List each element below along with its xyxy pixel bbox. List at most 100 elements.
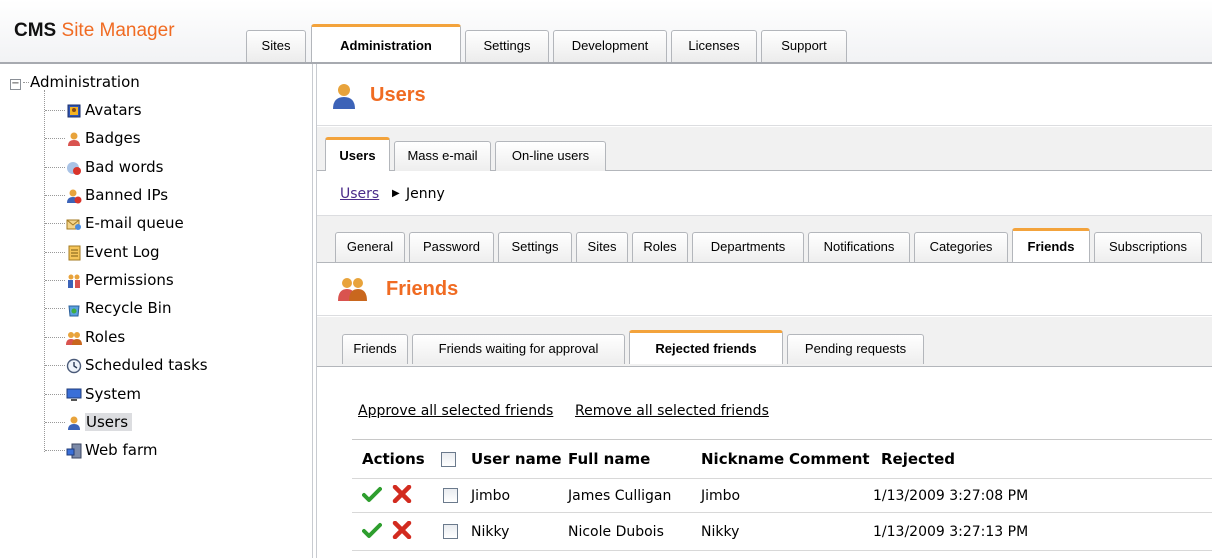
sidebar-item-label: Roles: [85, 328, 126, 346]
sidebar-item-label: Web farm: [85, 441, 158, 459]
sidebar-item-label: Event Log: [85, 243, 160, 261]
top-tab-development[interactable]: Development: [553, 30, 667, 62]
row-select-checkbox[interactable]: [443, 524, 458, 539]
tree-root-administration[interactable]: − Administration: [10, 72, 140, 92]
users-page-header: [317, 64, 1212, 126]
approve-check-icon[interactable]: [362, 486, 382, 504]
tab-friends[interactable]: Friends: [1012, 228, 1090, 262]
sidebar-item-email-queue[interactable]: E-mail queue: [45, 212, 184, 234]
sidebar-item-users[interactable]: Users: [45, 411, 133, 433]
tab-online-users[interactable]: On-line users: [495, 141, 606, 171]
server-icon: [65, 443, 83, 461]
column-header-comment[interactable]: Comment: [789, 450, 870, 468]
sidebar-item-bad-words[interactable]: Bad words: [45, 156, 163, 178]
event-log-icon: [65, 245, 83, 263]
sidebar-item-badges[interactable]: Badges: [45, 127, 141, 149]
remove-all-selected-link[interactable]: Remove all selected friends: [575, 403, 769, 419]
banned-ip-icon: [65, 188, 83, 206]
tab-roles[interactable]: Roles: [632, 232, 688, 262]
cell-full-name: Nicole Dubois: [568, 524, 664, 540]
collapse-icon[interactable]: −: [10, 79, 21, 90]
sidebar-item-label: Recycle Bin: [85, 299, 172, 317]
select-all-checkbox[interactable]: [441, 452, 456, 467]
computer-icon: [65, 387, 83, 405]
row-select-checkbox[interactable]: [443, 488, 458, 503]
tab-friends-waiting-for-approval[interactable]: Friends waiting for approval: [412, 334, 625, 364]
cell-user-name: Jimbo: [471, 488, 511, 504]
top-tab-sites[interactable]: Sites: [246, 30, 306, 62]
tab-rejected-friends[interactable]: Rejected friends: [629, 330, 783, 364]
page-title: Users: [370, 84, 426, 106]
friends-title: Friends: [386, 278, 459, 300]
tab-subscriptions[interactable]: Subscriptions: [1094, 232, 1202, 262]
cell-nickname: Jimbo: [701, 488, 741, 504]
column-header-user-name[interactable]: User name: [471, 450, 562, 468]
sidebar-item-banned-ips[interactable]: Banned IPs: [45, 184, 168, 206]
top-tab-support[interactable]: Support: [761, 30, 847, 62]
tab-password[interactable]: Password: [409, 232, 494, 262]
breadcrumb: [317, 172, 1212, 216]
column-header-full-name[interactable]: Full name: [568, 450, 650, 468]
bad-words-icon: [65, 160, 83, 178]
breadcrumb-current: Jenny: [406, 186, 445, 202]
sidebar-item-event-log[interactable]: Event Log: [45, 241, 160, 263]
clock-icon: [65, 358, 83, 376]
sidebar-item-label: E-mail queue: [85, 214, 184, 232]
breadcrumb-users-link[interactable]: Users: [340, 186, 379, 202]
friends-title-icon: [338, 276, 367, 304]
email-queue-icon: [65, 216, 83, 234]
roles-icon: [65, 330, 83, 348]
top-tab-settings[interactable]: Settings: [465, 30, 549, 62]
tree-root-label: Administration: [30, 73, 140, 91]
cell-user-name: Nikky: [471, 524, 510, 540]
tab-departments[interactable]: Departments: [692, 232, 804, 262]
cell-nickname: Nikky: [701, 524, 740, 540]
tab-sites[interactable]: Sites: [576, 232, 628, 262]
approve-all-selected-link[interactable]: Approve all selected friends: [358, 403, 553, 419]
sidebar-item-label: Permissions: [85, 271, 174, 289]
column-header-rejected[interactable]: Rejected: [881, 450, 955, 468]
tab-users[interactable]: Users: [325, 137, 390, 171]
sidebar-item-label: Bad words: [85, 158, 164, 176]
sidebar-item-label: Banned IPs: [85, 186, 169, 204]
tab-friends-list[interactable]: Friends: [342, 334, 408, 364]
logo-cms-text: CMS: [14, 20, 57, 41]
sidebar-item-permissions[interactable]: Permissions: [45, 269, 174, 291]
sidebar-splitter[interactable]: [312, 64, 313, 558]
cell-full-name: James Culligan: [568, 488, 672, 504]
sidebar-item-scheduled-tasks[interactable]: Scheduled tasks: [45, 354, 208, 376]
cell-rejected: 1/13/2009 3:27:13 PM: [873, 524, 1029, 540]
column-header-actions: Actions: [362, 450, 425, 468]
top-tab-administration[interactable]: Administration: [311, 24, 461, 64]
breadcrumb-separator-icon: ▶: [392, 188, 400, 199]
tab-categories[interactable]: Categories: [914, 232, 1008, 262]
sidebar-item-web-farm[interactable]: Web farm: [45, 439, 157, 461]
avatar-icon: [65, 103, 83, 121]
tab-pending-requests[interactable]: Pending requests: [787, 334, 924, 364]
row-divider: [352, 550, 1212, 551]
approve-check-icon[interactable]: [362, 522, 382, 540]
sidebar-item-recycle-bin[interactable]: Recycle Bin: [45, 297, 171, 319]
column-header-nickname[interactable]: Nickname: [701, 450, 784, 468]
permissions-icon: [65, 273, 83, 291]
sidebar-item-roles[interactable]: Roles: [45, 326, 125, 348]
sidebar-item-label: Users: [85, 413, 133, 431]
tab-settings[interactable]: Settings: [498, 232, 572, 262]
top-tab-licenses[interactable]: Licenses: [671, 30, 757, 62]
tab-mass-email[interactable]: Mass e-mail: [394, 141, 491, 171]
reject-x-icon[interactable]: [392, 484, 412, 504]
recycle-bin-icon: [65, 301, 83, 319]
reject-x-icon[interactable]: [392, 520, 412, 540]
app-logo: CMS Site Manager: [14, 20, 234, 42]
tab-general[interactable]: General: [335, 232, 405, 262]
row-divider: [352, 512, 1212, 513]
badge-icon: [65, 131, 83, 149]
cell-rejected: 1/13/2009 3:27:08 PM: [873, 488, 1029, 504]
users-title-icon: [331, 82, 359, 110]
grid-header-border: [352, 478, 1212, 479]
tab-notifications[interactable]: Notifications: [808, 232, 910, 262]
sidebar-item-avatars[interactable]: Avatars: [45, 99, 142, 121]
sidebar-item-system[interactable]: System: [45, 383, 141, 405]
grid-top-border: [352, 439, 1212, 440]
sidebar-item-label: Badges: [85, 129, 141, 147]
